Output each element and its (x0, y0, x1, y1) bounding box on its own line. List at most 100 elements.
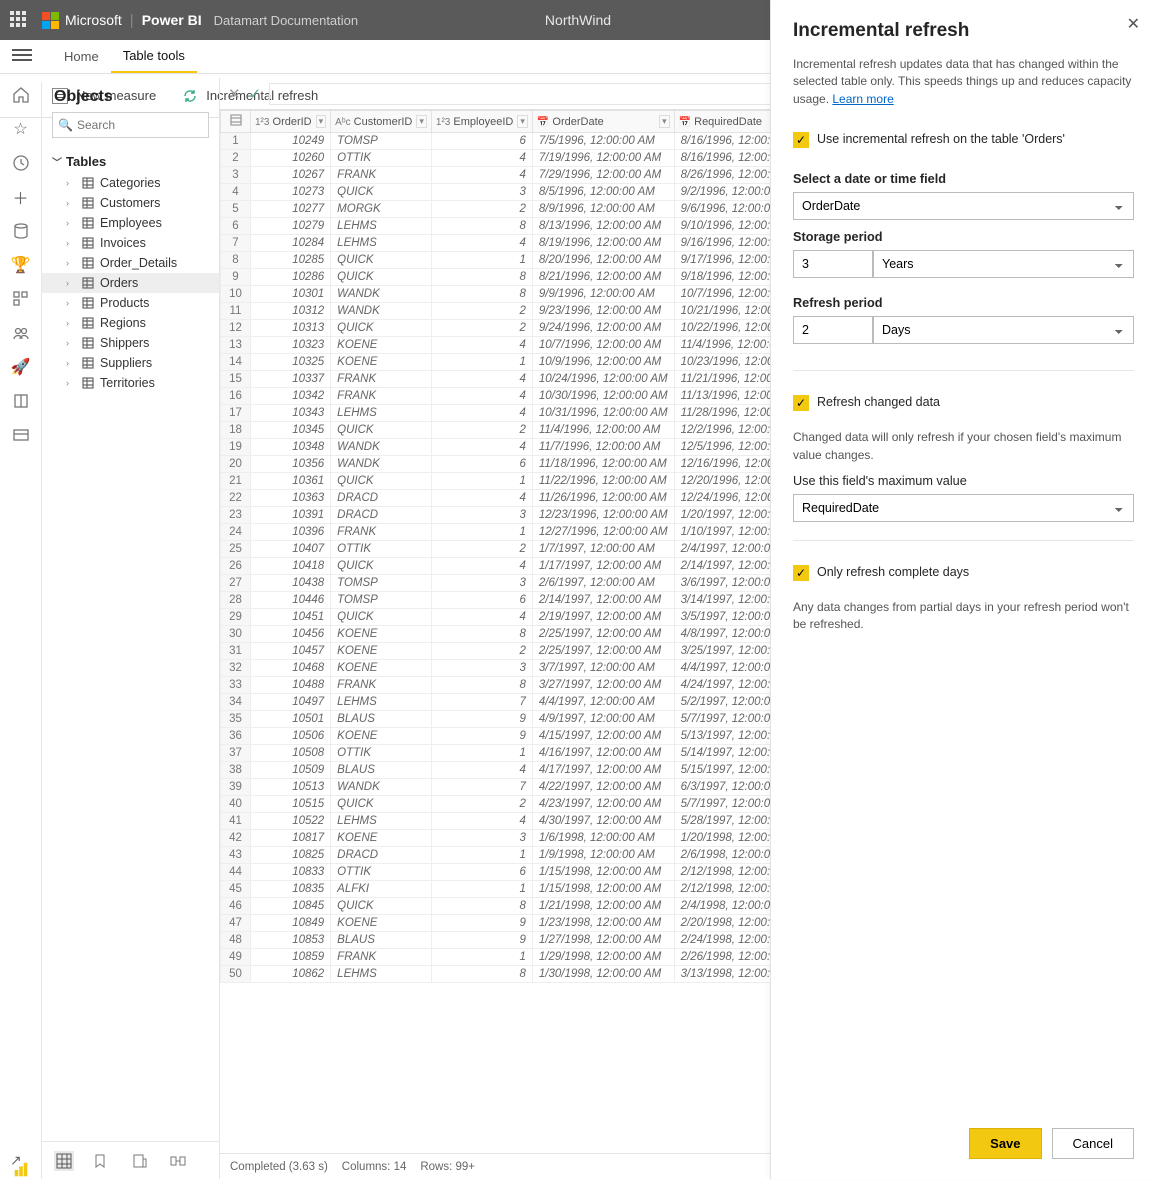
data-cell[interactable]: 1 (431, 881, 532, 898)
data-cell[interactable]: 2 (431, 796, 532, 813)
data-cell[interactable]: 6 (431, 592, 532, 609)
data-cell[interactable]: LEHMS (331, 966, 432, 983)
table-item-order_details[interactable]: ›Order_Details (42, 253, 219, 273)
data-cell[interactable]: WANDK (331, 303, 432, 320)
cancel-formula-icon[interactable]: ✕ (228, 85, 241, 103)
column-header-orderdate[interactable]: 📅 OrderDate▾ (532, 111, 674, 133)
data-cell[interactable]: 1 (431, 473, 532, 490)
data-cell[interactable]: KOENE (331, 660, 432, 677)
home-icon[interactable] (12, 86, 30, 104)
data-cell[interactable]: 8/20/1996, 12:00:00 AM (532, 252, 674, 269)
data-cell[interactable]: BLAUS (331, 762, 432, 779)
data-cell[interactable]: 4/22/1997, 12:00:00 AM (532, 779, 674, 796)
data-cell[interactable]: 1/21/1998, 12:00:00 AM (532, 898, 674, 915)
data-cell[interactable]: 2/25/1997, 12:00:00 AM (532, 643, 674, 660)
table-item-regions[interactable]: ›Regions (42, 313, 219, 333)
data-cell[interactable]: 10249 (251, 133, 331, 150)
data-cell[interactable]: 7/5/1996, 12:00:00 AM (532, 133, 674, 150)
shared-icon[interactable] (12, 324, 30, 342)
data-cell[interactable]: 9 (431, 711, 532, 728)
refresh-changed-checkbox-row[interactable]: ✓ Refresh changed data (793, 395, 1134, 411)
data-cell[interactable]: 10361 (251, 473, 331, 490)
data-cell[interactable]: QUICK (331, 184, 432, 201)
data-cell[interactable]: 4 (431, 813, 532, 830)
date-field-select[interactable]: OrderDate (793, 192, 1134, 220)
data-cell[interactable]: TOMSP (331, 133, 432, 150)
data-cell[interactable]: 2 (431, 303, 532, 320)
storage-period-unit-select[interactable]: Years (873, 250, 1134, 278)
data-cell[interactable]: 10284 (251, 235, 331, 252)
data-cell[interactable]: QUICK (331, 252, 432, 269)
data-cell[interactable]: FRANK (331, 388, 432, 405)
data-cell[interactable]: KOENE (331, 626, 432, 643)
data-cell[interactable]: 2 (431, 422, 532, 439)
create-icon[interactable]: ＋ (12, 188, 30, 206)
data-cell[interactable]: QUICK (331, 796, 432, 813)
data-cell[interactable]: TOMSP (331, 575, 432, 592)
data-cell[interactable]: 10337 (251, 371, 331, 388)
data-cell[interactable]: MORGK (331, 201, 432, 218)
cancel-button[interactable]: Cancel (1052, 1128, 1134, 1159)
column-header-orderid[interactable]: 1²3 OrderID▾ (251, 111, 331, 133)
data-cell[interactable]: 1 (431, 252, 532, 269)
data-cell[interactable]: 10323 (251, 337, 331, 354)
app-launcher-icon[interactable] (10, 11, 28, 29)
data-cell[interactable]: 1/29/1998, 12:00:00 AM (532, 949, 674, 966)
data-cell[interactable]: 4/30/1997, 12:00:00 AM (532, 813, 674, 830)
data-cell[interactable]: 10407 (251, 541, 331, 558)
data-cell[interactable]: FRANK (331, 524, 432, 541)
data-cell[interactable]: 3 (431, 507, 532, 524)
data-cell[interactable]: 10313 (251, 320, 331, 337)
data-cell[interactable]: LEHMS (331, 694, 432, 711)
data-cell[interactable]: LEHMS (331, 813, 432, 830)
data-cell[interactable]: 10451 (251, 609, 331, 626)
data-cell[interactable]: 10853 (251, 932, 331, 949)
use-incremental-checkbox-row[interactable]: ✓ Use incremental refresh on the table '… (793, 132, 1134, 148)
refresh-period-value-input[interactable] (793, 316, 873, 344)
data-cell[interactable]: KOENE (331, 354, 432, 371)
data-cell[interactable]: QUICK (331, 473, 432, 490)
table-item-categories[interactable]: ›Categories (42, 173, 219, 193)
data-cell[interactable]: KOENE (331, 643, 432, 660)
data-cell[interactable]: 10312 (251, 303, 331, 320)
data-cell[interactable]: 4 (431, 439, 532, 456)
data-cell[interactable]: 9/9/1996, 12:00:00 AM (532, 286, 674, 303)
data-cell[interactable]: 3 (431, 575, 532, 592)
search-input[interactable] (52, 112, 209, 138)
data-cell[interactable]: 10/9/1996, 12:00:00 AM (532, 354, 674, 371)
data-cell[interactable]: 1 (431, 524, 532, 541)
data-cell[interactable]: 1/23/1998, 12:00:00 AM (532, 915, 674, 932)
data-cell[interactable]: QUICK (331, 320, 432, 337)
data-cell[interactable]: 6 (431, 133, 532, 150)
goals-icon[interactable]: 🏆 (12, 256, 30, 274)
data-cell[interactable]: BLAUS (331, 711, 432, 728)
data-cell[interactable]: 11/22/1996, 12:00:00 AM (532, 473, 674, 490)
data-cell[interactable]: 7/19/1996, 12:00:00 AM (532, 150, 674, 167)
data-cell[interactable]: 10859 (251, 949, 331, 966)
data-cell[interactable]: 8 (431, 626, 532, 643)
data-cell[interactable]: 10348 (251, 439, 331, 456)
data-cell[interactable]: 10457 (251, 643, 331, 660)
data-cell[interactable]: 2 (431, 201, 532, 218)
data-cell[interactable]: 10260 (251, 150, 331, 167)
data-cell[interactable]: 4/23/1997, 12:00:00 AM (532, 796, 674, 813)
data-cell[interactable]: 1 (431, 847, 532, 864)
data-cell[interactable]: 10835 (251, 881, 331, 898)
data-cell[interactable]: BLAUS (331, 932, 432, 949)
data-cell[interactable]: 10267 (251, 167, 331, 184)
data-cell[interactable]: 10325 (251, 354, 331, 371)
data-cell[interactable]: 1/15/1998, 12:00:00 AM (532, 864, 674, 881)
data-cell[interactable]: 10825 (251, 847, 331, 864)
table-item-suppliers[interactable]: ›Suppliers (42, 353, 219, 373)
data-cell[interactable]: 2/19/1997, 12:00:00 AM (532, 609, 674, 626)
data-cell[interactable]: 10/24/1996, 12:00:00 AM (532, 371, 674, 388)
data-cell[interactable]: 1/17/1997, 12:00:00 AM (532, 558, 674, 575)
learn-icon[interactable] (12, 392, 30, 410)
data-cell[interactable]: 4 (431, 558, 532, 575)
data-cell[interactable]: 2/6/1997, 12:00:00 AM (532, 575, 674, 592)
hamburger-icon[interactable] (12, 46, 32, 64)
datasets-icon[interactable] (12, 222, 30, 240)
data-cell[interactable]: 10418 (251, 558, 331, 575)
data-cell[interactable]: 1 (431, 949, 532, 966)
data-cell[interactable]: WANDK (331, 456, 432, 473)
